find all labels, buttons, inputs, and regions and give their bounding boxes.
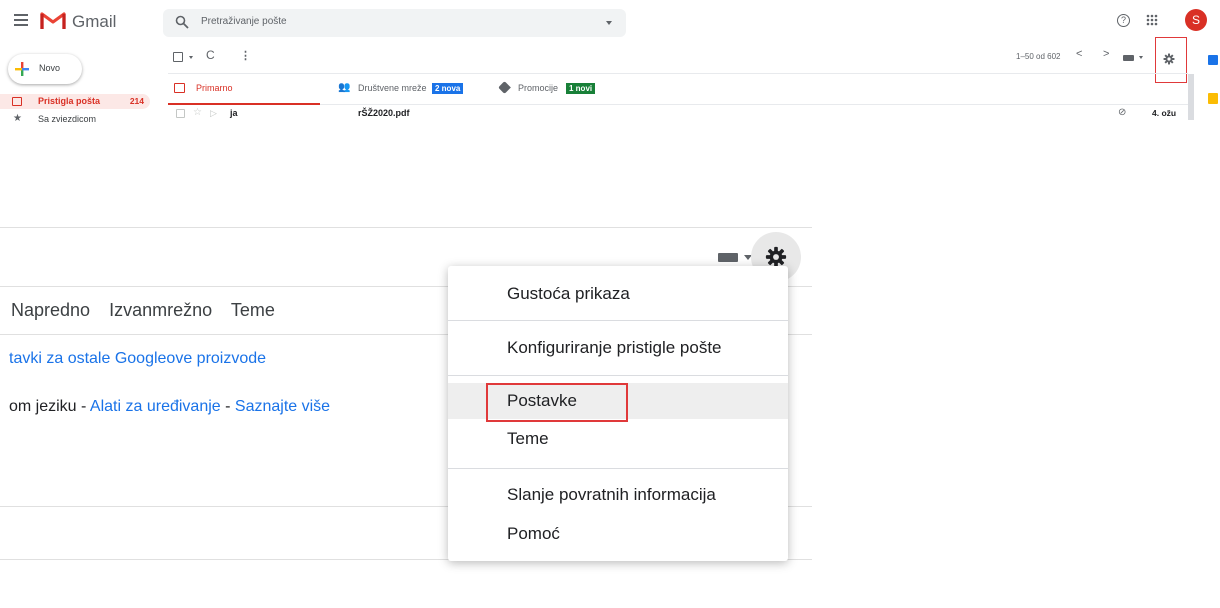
gmail-window: Gmail Pretraživanje pošte ? S Novo Prist… — [0, 0, 1220, 122]
menu-item-send-feedback[interactable]: Slanje povratnih informacija — [448, 477, 788, 513]
tab-offline[interactable]: Izvanmrežno — [109, 300, 212, 320]
search-icon — [175, 15, 189, 29]
menu-item-help[interactable]: Pomoć — [448, 516, 788, 552]
learn-more-link[interactable]: Saznajte više — [235, 398, 330, 415]
settings-gear-icon[interactable] — [765, 246, 787, 268]
divider — [0, 227, 812, 228]
select-all-checkbox[interactable] — [173, 52, 183, 62]
menu-divider — [448, 468, 788, 469]
tab-promotions[interactable]: Promocije 1 novi — [496, 74, 656, 105]
email-sender: ja — [230, 108, 238, 118]
inbox-tabs: Primarno 👥 Društvene mreže 2 nova Promoc… — [168, 73, 1188, 105]
email-date: 4. ožu — [1152, 108, 1177, 118]
inbox-icon — [12, 97, 22, 106]
unread-count: 214 — [129, 96, 144, 106]
language-text: om jeziku - — [9, 398, 90, 415]
select-options-chevron-icon[interactable] — [189, 56, 193, 59]
keyboard-icon[interactable] — [1123, 55, 1134, 61]
keyboard-icon[interactable] — [718, 253, 738, 262]
editing-tools-link[interactable]: Alati za uređivanje — [90, 398, 221, 415]
language-line: om jeziku - Alati za uređivanje - Saznaj… — [9, 398, 330, 416]
sidebar-item-label: Pristigla pošta — [38, 96, 101, 106]
other-products-link[interactable]: tavki za ostale Googleove proizvode — [9, 350, 266, 368]
gmail-logo-icon[interactable] — [40, 10, 66, 30]
search-input[interactable]: Pretraživanje pošte — [201, 16, 287, 27]
more-options-icon[interactable]: ⋮ — [240, 49, 251, 62]
sidebar-item-label: Sa zvjezdicom — [38, 114, 97, 122]
search-options-chevron-icon[interactable] — [606, 21, 612, 25]
apps-grid-icon[interactable] — [1146, 14, 1158, 26]
tab-advanced[interactable]: Napredno — [11, 300, 90, 320]
next-page-icon[interactable]: > — [1103, 48, 1109, 60]
new-badge: 2 nova — [432, 83, 464, 94]
main-menu-icon[interactable] — [14, 14, 28, 26]
row-checkbox[interactable] — [176, 109, 185, 118]
table-row[interactable]: ☆ ▷ ja rŠŽ2020.pdf ⊘ 4. ožu — [168, 106, 1188, 122]
important-marker-icon[interactable]: ▷ — [210, 108, 217, 119]
refresh-icon[interactable]: C — [206, 48, 215, 62]
sidebar-item-starred[interactable]: ★ Sa zvjezdicom — [0, 112, 150, 123]
avatar[interactable]: S — [1185, 9, 1207, 31]
attachment-icon: ⊘ — [1118, 107, 1127, 118]
menu-item-themes[interactable]: Teme — [448, 421, 788, 457]
app-name: Gmail — [72, 12, 117, 31]
tab-label: Društvene mreže — [358, 83, 427, 93]
plus-icon — [15, 62, 29, 76]
email-subject: rŠŽ2020.pdf — [358, 108, 410, 118]
star-icon[interactable]: ☆ — [193, 107, 202, 118]
keep-icon[interactable] — [1208, 93, 1218, 104]
compose-label: Novo — [39, 63, 61, 73]
people-icon: 👥 — [338, 82, 351, 93]
star-icon: ★ — [13, 113, 22, 123]
compose-button[interactable]: Novo — [8, 54, 82, 84]
scrollbar[interactable] — [1188, 74, 1194, 120]
tag-icon — [498, 81, 511, 94]
search-bar[interactable]: Pretraživanje pošte — [163, 9, 626, 37]
tab-themes[interactable]: Teme — [231, 300, 275, 320]
menu-item-display-density[interactable]: Gustoća prikaza — [448, 276, 788, 312]
tab-label: Primarno — [196, 83, 233, 93]
settings-tabs: Napredno Izvanmrežno Teme — [11, 300, 289, 321]
new-badge: 1 novi — [566, 83, 596, 94]
menu-item-configure-inbox[interactable]: Konfiguriranje pristigle pošte — [448, 330, 788, 366]
help-icon[interactable]: ? — [1117, 14, 1130, 27]
sidebar-item-inbox[interactable]: Pristigla pošta 214 — [0, 94, 150, 109]
previous-page-icon[interactable]: < — [1076, 48, 1082, 60]
tab-primary[interactable]: Primarno — [168, 74, 320, 105]
menu-divider — [448, 375, 788, 376]
inbox-icon — [174, 83, 185, 93]
settings-highlight-frame — [486, 383, 628, 422]
input-tools-chevron-icon[interactable] — [1139, 56, 1143, 59]
pagination-text: 1–50 od 602 — [1016, 52, 1061, 61]
menu-divider — [448, 320, 788, 321]
tab-social[interactable]: 👥 Društvene mreže 2 nova — [332, 74, 492, 105]
calendar-icon[interactable] — [1208, 55, 1218, 65]
tab-label: Promocije — [518, 83, 559, 93]
separator-text: - — [220, 398, 235, 415]
